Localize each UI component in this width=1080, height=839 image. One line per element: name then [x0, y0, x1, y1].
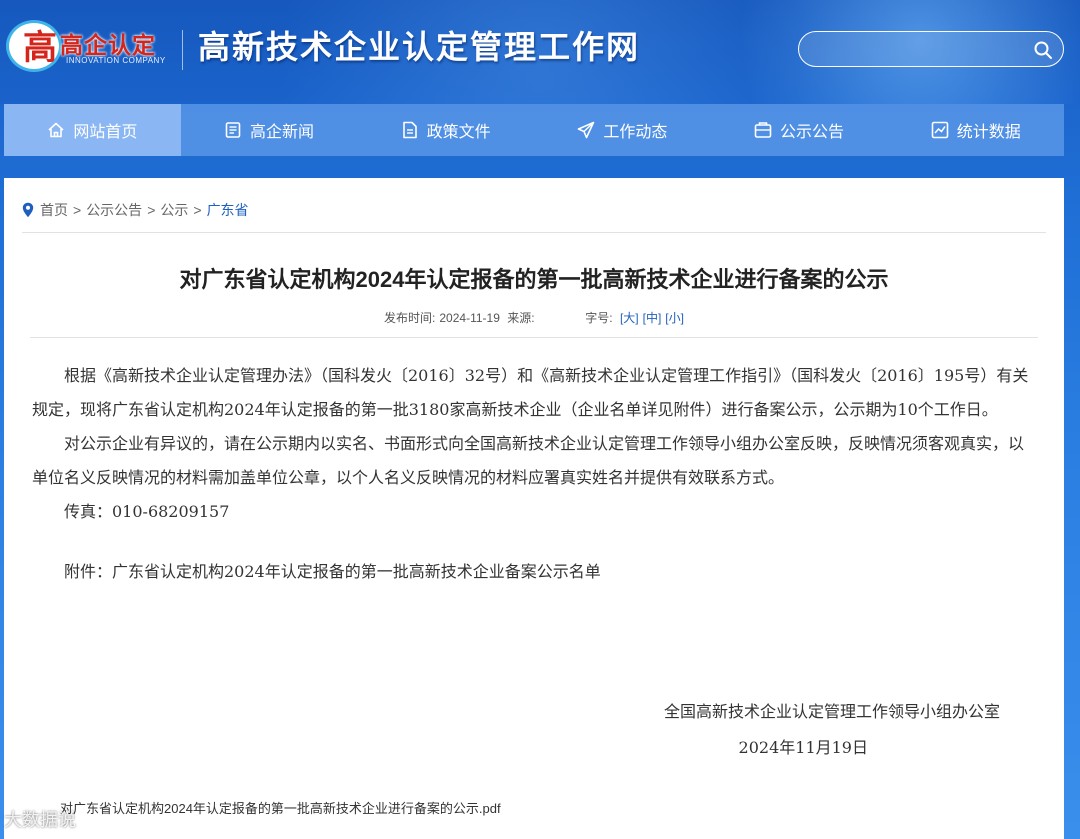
site-header: 高 高企认定 INNOVATION COMPANY 高新技术企业认定管理工作网 [0, 0, 1080, 104]
article-meta: 发布时间: 2024-11-19 来源: 字号: [大] [中] [小] [4, 309, 1064, 326]
nav-label-stats: 统计数据 [956, 124, 1021, 141]
breadcrumb: 首页 > 公示公告 > 公示 > 广东省 [22, 200, 249, 220]
search-box [798, 31, 1064, 67]
site-logo[interactable]: 高 高企认定 INNOVATION COMPANY [6, 20, 170, 72]
paragraph: 对公示企业有异议的，请在公示期内以实名、书面形式向全国高新技术企业认定管理工作领… [32, 434, 1025, 487]
location-pin-icon [22, 202, 34, 218]
logo-mark-glyph: 高 [23, 28, 57, 68]
news-icon [225, 122, 241, 138]
signature-block: 全国高新技术企业认定管理工作领导小组办公室 2024年11月19日 [664, 694, 1000, 766]
breadcrumb-announcements[interactable]: 公示公告 [86, 200, 142, 220]
nav-label-home: 网站首页 [73, 124, 138, 141]
fax-line: 传真：010-68209157 [64, 502, 230, 521]
nav-item-work[interactable]: 工作动态 [534, 104, 711, 156]
divider [22, 232, 1046, 233]
attachment-file-link[interactable]: 对广东省认定机构2024年认定报备的第一批高新技术企业进行备案的公示.pdf [60, 798, 501, 817]
nav-item-news[interactable]: 高企新闻 [181, 104, 358, 156]
header-divider [182, 30, 183, 70]
breadcrumb-publicity[interactable]: 公示 [160, 200, 188, 220]
font-size-small-button[interactable]: [小] [665, 311, 684, 325]
search-input[interactable] [813, 38, 1023, 60]
watermark: 大数据说 [4, 810, 76, 830]
source-label: 来源: [507, 311, 535, 325]
logo-text-cn: 高企认定 [60, 32, 156, 58]
font-size-large-button[interactable]: [大] [620, 311, 639, 325]
publish-label: 发布时间: [384, 311, 436, 325]
logo-mark: 高 [6, 20, 62, 72]
paragraph: 根据《高新技术企业认定管理办法》（国科发火〔2016〕32号）和《高新技术企业认… [32, 366, 1029, 419]
nav-label-policy: 政策文件 [426, 124, 491, 141]
nav-item-notice[interactable]: 公示公告 [711, 104, 888, 156]
breadcrumb-sep: > [147, 202, 156, 218]
nav-item-home[interactable]: 网站首页 [4, 104, 181, 156]
logo-text-en: INNOVATION COMPANY [66, 56, 166, 65]
signature-org: 全国高新技术企业认定管理工作领导小组办公室 [663, 702, 1000, 721]
breadcrumb-sep: > [193, 202, 202, 218]
font-size-label: 字号: [585, 311, 613, 325]
document-icon [402, 121, 417, 139]
paragraph-spacer [32, 529, 1036, 555]
nav-label-work: 工作动态 [603, 124, 668, 141]
search-icon[interactable] [1033, 40, 1053, 60]
font-size-medium-button[interactable]: [中] [643, 311, 662, 325]
nav-item-policy[interactable]: 政策文件 [357, 104, 534, 156]
home-icon [48, 122, 64, 138]
site-title: 高新技术企业认定管理工作网 [198, 28, 641, 66]
signature-date: 2024年11月19日 [738, 738, 868, 757]
article-body: 根据《高新技术企业认定管理办法》（国科发火〔2016〕32号）和《高新技术企业认… [32, 359, 1036, 589]
main-nav: 网站首页 高企新闻 政策文件 工作动态 公示公告 统计数据 [4, 104, 1064, 156]
nav-label-notice: 公示公告 [780, 124, 845, 141]
attachment-note: 附件：广东省认定机构2024年认定报备的第一批高新技术企业备案公示名单 [64, 562, 601, 581]
notice-icon [754, 122, 772, 138]
send-icon [578, 121, 595, 139]
article-panel: 首页 > 公示公告 > 公示 > 广东省 对广东省认定机构2024年认定报备的第… [4, 178, 1064, 839]
chart-icon [931, 121, 948, 139]
breadcrumb-current[interactable]: 广东省 [207, 200, 249, 220]
breadcrumb-home[interactable]: 首页 [40, 200, 68, 220]
nav-label-news: 高企新闻 [250, 124, 315, 141]
divider [30, 337, 1038, 338]
nav-item-stats[interactable]: 统计数据 [887, 104, 1064, 156]
article-title: 对广东省认定机构2024年认定报备的第一批高新技术企业进行备案的公示 [179, 267, 889, 292]
breadcrumb-sep: > [73, 202, 82, 218]
publish-date: 2024-11-19 [439, 311, 500, 325]
